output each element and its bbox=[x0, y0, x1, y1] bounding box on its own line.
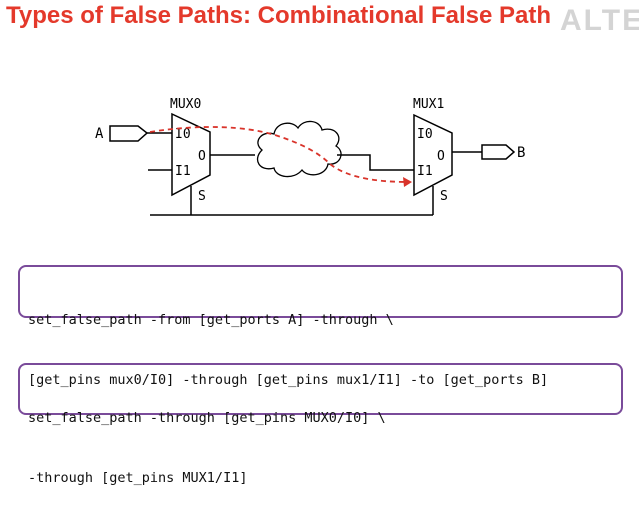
input-port-shape bbox=[109, 125, 149, 142]
mux0-in1-label: I1 bbox=[175, 164, 191, 179]
false-path-arrowhead bbox=[403, 177, 412, 187]
constraint-2-line-1: set_false_path -through [get_pins MUX0/I… bbox=[28, 410, 386, 426]
wire-cloud-to-mux1 bbox=[337, 154, 414, 171]
mux1-label: MUX1 bbox=[413, 97, 444, 112]
constraint-1-line-1: set_false_path -from [get_ports A] -thro… bbox=[28, 312, 394, 328]
mux0-out-label: O bbox=[198, 149, 206, 164]
logo: ALTE bbox=[560, 4, 639, 37]
input-port-label: A bbox=[95, 126, 104, 142]
mux1-sel-label: S bbox=[440, 189, 448, 204]
output-port-label: B bbox=[517, 145, 525, 161]
mux-diagram: A MUX0 I0 I1 O S MUX1 I0 I1 O S B bbox=[95, 97, 525, 216]
mux1-out-label: O bbox=[437, 149, 445, 164]
constraint-2-line-2: -through [get_pins MUX1/I1] bbox=[28, 470, 248, 486]
output-port-shape bbox=[481, 144, 516, 160]
mux1-in1-label: I1 bbox=[417, 164, 433, 179]
slide-title: Types of False Paths: Combinational Fals… bbox=[6, 2, 552, 29]
mux1-in0-label: I0 bbox=[417, 127, 433, 142]
constraint-box-1: set_false_path -from [get_ports A] -thro… bbox=[18, 265, 623, 388]
mux0-label: MUX0 bbox=[170, 97, 201, 112]
mux0-sel-label: S bbox=[198, 189, 206, 204]
constraint-box-2: set_false_path -through [get_pins MUX0/I… bbox=[18, 363, 623, 486]
combinational-cloud bbox=[257, 120, 342, 178]
